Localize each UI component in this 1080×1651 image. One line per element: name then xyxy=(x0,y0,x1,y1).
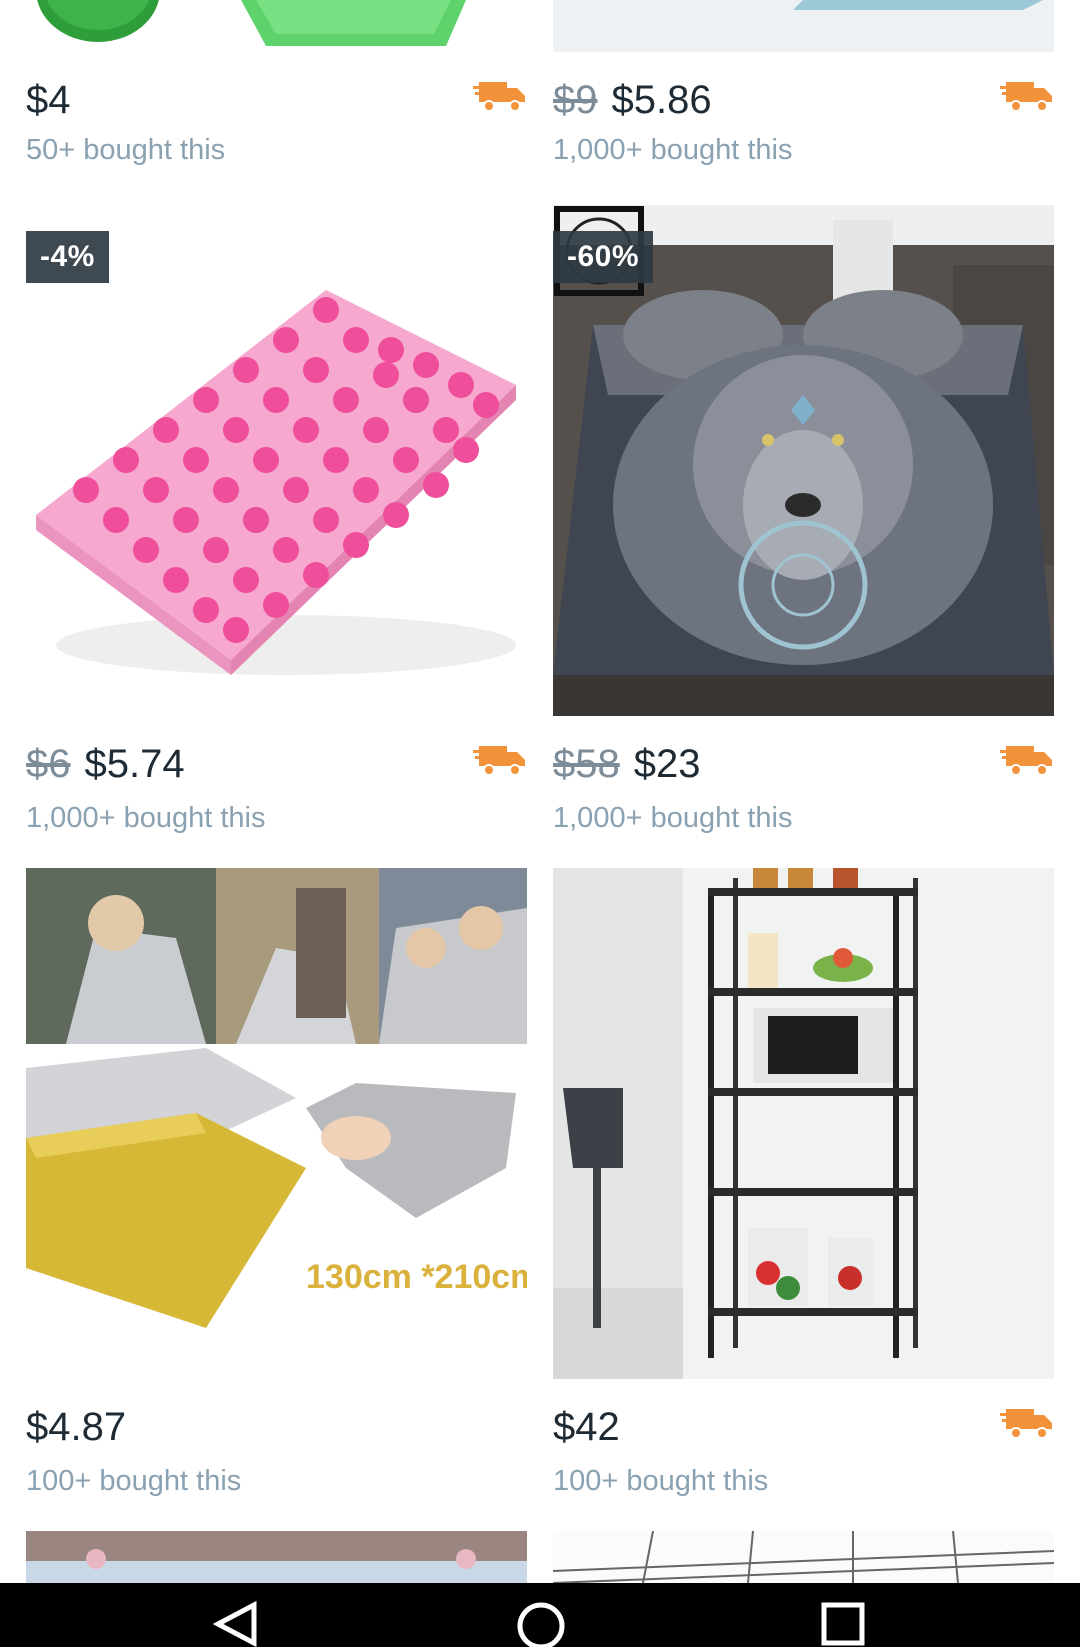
product-image[interactable]: 130cm *210cm xyxy=(26,868,527,1379)
product-image[interactable]: -4% xyxy=(26,205,527,716)
discount-badge: -60% xyxy=(553,231,654,283)
grid-pattern-image xyxy=(553,1531,1054,1583)
green-sponge-image xyxy=(37,0,466,46)
truck-icon xyxy=(473,746,525,776)
product-image[interactable] xyxy=(26,0,527,52)
image-caption: 130cm *210cm xyxy=(306,1258,527,1296)
bought-count: 50+ bought this xyxy=(26,134,226,166)
discount-badge: -4% xyxy=(26,231,109,283)
product-image[interactable] xyxy=(553,868,1054,1379)
truck-icon xyxy=(1000,746,1052,776)
product-image[interactable]: -60% xyxy=(553,205,1054,716)
original-price: $9 xyxy=(553,78,598,122)
bought-count: 1,000+ bought this xyxy=(26,802,266,834)
product-card[interactable]: -4% $6 $5.74 1,000+ bought this xyxy=(26,205,527,845)
back-triangle-icon[interactable] xyxy=(212,1601,260,1647)
recents-square-icon[interactable] xyxy=(820,1601,866,1647)
wedding-backdrop-image xyxy=(26,1531,527,1583)
home-circle-icon[interactable] xyxy=(516,1601,566,1651)
price: $5.74 xyxy=(84,742,185,786)
price: $4.87 xyxy=(26,1405,127,1449)
product-card[interactable]: -60% $58 $23 1,000+ bought this xyxy=(553,205,1054,845)
system-navigation-bar xyxy=(0,1583,1080,1650)
price: $42 xyxy=(553,1405,620,1449)
product-card[interactable] xyxy=(26,1531,527,1583)
product-card[interactable] xyxy=(553,1531,1054,1583)
product-image[interactable] xyxy=(553,0,1054,52)
product-image[interactable] xyxy=(26,1531,527,1583)
bought-count: 1,000+ bought this xyxy=(553,134,793,166)
product-card[interactable]: $9 $5.86 1,000+ bought this xyxy=(553,0,1054,180)
price: $23 xyxy=(633,742,701,786)
product-card[interactable]: $4 50+ bought this xyxy=(26,0,527,180)
product-image[interactable] xyxy=(553,1531,1054,1583)
foil-blanket-image: 130cm *210cm xyxy=(26,868,527,1379)
bought-count: 100+ bought this xyxy=(26,1465,242,1497)
shelving-rack-image xyxy=(553,868,1054,1379)
price: $5.86 xyxy=(611,78,712,122)
truck-icon xyxy=(1000,82,1052,112)
blue-item-image xyxy=(553,0,1054,52)
truck-icon xyxy=(1000,1409,1052,1439)
bought-count: 1,000+ bought this xyxy=(553,802,793,834)
price: $4 xyxy=(26,78,71,122)
original-price: $58 xyxy=(553,742,620,786)
original-price: $6 xyxy=(26,742,71,786)
product-card[interactable]: 130cm *210cm $4.87 100+ bought this xyxy=(26,868,527,1508)
bought-count: 100+ bought this xyxy=(553,1465,769,1497)
product-card[interactable]: $42 100+ bought this xyxy=(553,868,1054,1508)
truck-icon xyxy=(473,82,525,112)
